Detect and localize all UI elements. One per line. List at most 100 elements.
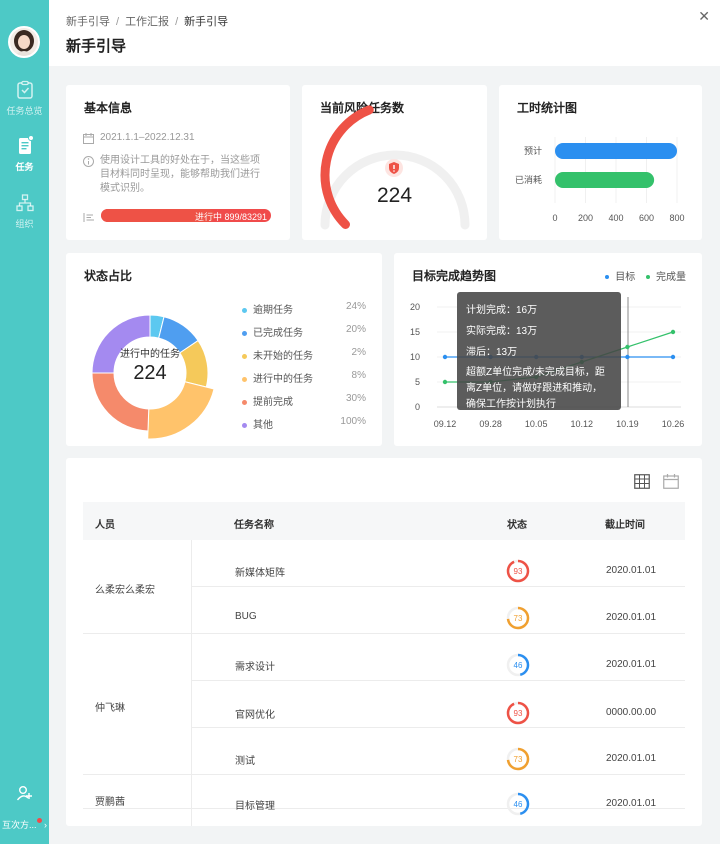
x-tick-label: 09.28 — [479, 419, 502, 429]
risk-gauge — [320, 105, 470, 230]
x-tick-label: 200 — [578, 213, 593, 223]
status-value: 46 — [514, 800, 523, 809]
column-header: 人员 — [95, 520, 115, 531]
row-divider — [191, 680, 685, 681]
risk-count: 224 — [376, 184, 413, 207]
status-progress-ring: 46 — [506, 653, 530, 677]
legend-label: 已完成任务 — [253, 328, 303, 339]
close-icon[interactable]: ✕ — [698, 8, 710, 25]
workspace-name: 互次方... — [1, 820, 37, 830]
nav-label-task-overview: 任务总览 — [6, 106, 43, 116]
person-name: 仲飞琳 — [95, 703, 125, 714]
tooltip-lag: 滞后：13万 — [466, 347, 518, 358]
column-header: 状态 — [507, 520, 527, 531]
breadcrumb-current: 新手引导 — [184, 16, 229, 28]
table-view-button[interactable] — [634, 474, 650, 494]
status-progress-ring: 46 — [506, 792, 530, 816]
breadcrumb: 新手引导 / 工作汇报 / 新手引导 — [66, 16, 229, 28]
avatar-image — [10, 28, 38, 56]
legend-value: 30% — [345, 393, 366, 404]
clipboard-check-icon — [16, 80, 33, 99]
add-member-button[interactable] — [0, 784, 49, 804]
avatar[interactable] — [8, 26, 40, 58]
task-name[interactable]: 需求设计 — [235, 658, 275, 673]
data-point[interactable] — [442, 354, 448, 360]
task-name[interactable]: BUG — [235, 611, 257, 622]
legend-item[interactable]: 提前完成 30% — [242, 393, 382, 408]
chevron-right-icon: › — [44, 820, 48, 830]
legend-value: 2% — [351, 347, 366, 358]
basic-info-card: 基本信息 2021.1.1–2022.12.31 使用设计工具的好处在于，当这些… — [66, 85, 290, 240]
description: 使用设计工具的好处在于，当这些项 目材料同时呈现，能够帮助我们进行 模式识别。 — [83, 154, 260, 196]
status-progress-ring: 93 — [506, 701, 530, 725]
tooltip-note: 超额Z单位完成/未完成目标，距 — [466, 367, 605, 378]
hours-bar — [555, 172, 655, 188]
y-tick-label: 15 — [410, 327, 420, 337]
x-tick-label: 400 — [608, 213, 623, 223]
calendar-icon — [663, 474, 679, 489]
legend-item[interactable]: 逾期任务 24% — [242, 301, 382, 316]
date-range: 2021.1.1–2022.12.31 — [83, 131, 195, 145]
data-point[interactable] — [670, 329, 676, 335]
nav-item-organization[interactable]: 组织 — [0, 193, 49, 230]
task-name[interactable]: 目标管理 — [235, 797, 275, 812]
y-tick-label: 20 — [410, 302, 420, 312]
nav-label-organization: 组织 — [15, 219, 34, 229]
data-point[interactable] — [442, 379, 448, 385]
legend-label: 进行中的任务 — [253, 374, 313, 385]
tooltip-note: 确保工作按计划执行 — [466, 399, 556, 410]
person-name: 贾鹏茜 — [95, 797, 125, 808]
donut-slice[interactable] — [147, 381, 215, 440]
nav-item-task-overview[interactable]: 任务总览 — [0, 80, 49, 117]
info-icon — [83, 156, 94, 167]
status-value: 73 — [514, 614, 523, 623]
status-value: 73 — [514, 755, 523, 764]
deadline: 2020.01.01 — [606, 612, 657, 623]
status-progress-ring: 93 — [506, 559, 530, 583]
deadline: 2020.01.01 — [606, 753, 657, 764]
progress-icon — [83, 210, 95, 228]
task-name[interactable]: 测试 — [235, 752, 255, 767]
nav-item-tasks[interactable]: 任务 — [0, 135, 49, 173]
tooltip-note: 离Z单位，请做好跟进和推动， — [466, 383, 603, 394]
task-table-card: 人员 任务名称 状态 截止时间 么柔宏么柔宏 仲飞琳 贾鹏茜 新媒体矩阵 2020… — [66, 458, 702, 826]
category-label: 预计 — [524, 145, 542, 156]
legend-value: 8% — [351, 370, 366, 381]
legend-item[interactable]: 其他 100% — [242, 416, 382, 431]
nav-label-tasks: 任务 — [15, 162, 34, 172]
legend-label: 其他 — [253, 420, 273, 431]
description-line: 使用设计工具的好处在于，当这些项 — [100, 155, 260, 166]
page-title: 新手引导 — [66, 38, 127, 55]
task-name[interactable]: 官网优化 — [235, 706, 275, 721]
legend-value: 20% — [345, 324, 366, 335]
status-value: 93 — [514, 709, 523, 718]
breadcrumb-item[interactable]: 工作汇报 — [125, 16, 169, 28]
table-grid-icon — [634, 474, 650, 489]
legend-dot — [242, 422, 247, 428]
legend-dot — [242, 330, 247, 336]
data-point[interactable] — [625, 344, 630, 350]
workspace-switcher[interactable]: 互次方... › — [0, 818, 49, 831]
y-tick-label: 5 — [415, 377, 420, 387]
data-point[interactable] — [625, 354, 630, 360]
legend-item[interactable]: 进行中的任务 8% — [242, 370, 382, 385]
page-header: 新手引导 / 工作汇报 / 新手引导 新手引导 ✕ — [49, 0, 720, 66]
table-header: 人员 任务名称 状态 截止时间 — [83, 502, 685, 540]
sidebar: 任务总览 任务 组织 互次方... › — [0, 0, 49, 844]
x-tick-label: 10.19 — [616, 419, 639, 429]
legend-value: 24% — [345, 301, 366, 312]
legend-label: 未开始的任务 — [253, 351, 313, 362]
notification-dot — [28, 135, 34, 141]
x-tick-label: 600 — [639, 213, 654, 223]
calendar-view-button[interactable] — [663, 474, 679, 494]
legend-item[interactable]: 未开始的任务 2% — [242, 347, 382, 362]
breadcrumb-item[interactable]: 新手引导 — [66, 16, 110, 28]
legend-item[interactable]: 已完成任务 20% — [242, 324, 382, 339]
task-name[interactable]: 新媒体矩阵 — [235, 564, 285, 579]
column-divider — [191, 540, 192, 826]
status-value: 93 — [514, 567, 523, 576]
description-line: 目材料同时呈现，能够帮助我们进行 — [100, 169, 260, 180]
data-point[interactable] — [670, 354, 676, 360]
row-divider — [83, 808, 685, 809]
risk-card: 当前风险任务数 224 — [302, 85, 487, 240]
